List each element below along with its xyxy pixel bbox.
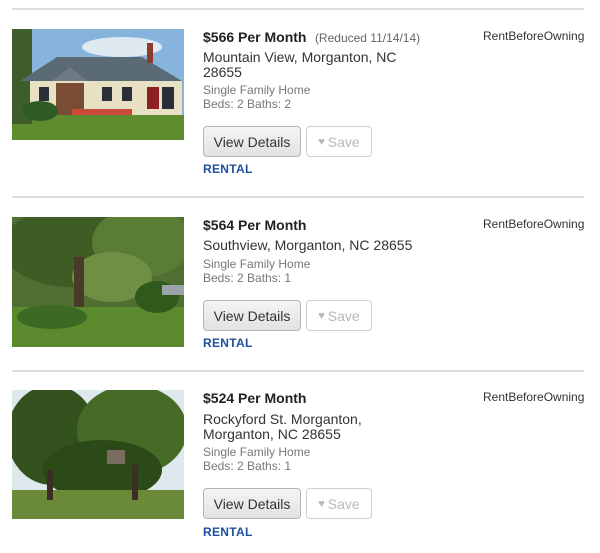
view-details-button[interactable]: View Details bbox=[203, 300, 301, 331]
listing-card: $564 Per Month Southview, Morganton, NC … bbox=[0, 217, 600, 357]
listing-card: $566 Per Month (Reduced 11/14/14) Mounta… bbox=[0, 29, 600, 189]
price: $524 Per Month bbox=[203, 390, 307, 406]
view-details-label: View Details bbox=[213, 133, 291, 150]
heart-icon: ♥ bbox=[318, 309, 325, 322]
divider bbox=[12, 370, 584, 372]
save-label: Save bbox=[327, 307, 360, 324]
property-photo[interactable] bbox=[12, 217, 184, 347]
heart-icon: ♥ bbox=[318, 135, 325, 148]
view-details-button[interactable]: View Details bbox=[203, 488, 301, 519]
property-type: Single Family Home bbox=[203, 83, 311, 97]
divider bbox=[12, 8, 584, 10]
yard-photo bbox=[12, 217, 184, 347]
address[interactable]: Southview, Morganton, NC 28655 bbox=[203, 238, 443, 253]
price: $564 Per Month bbox=[203, 217, 307, 233]
price-line: $566 Per Month (Reduced 11/14/14) bbox=[203, 29, 420, 47]
save-label: Save bbox=[327, 495, 360, 512]
view-details-label: View Details bbox=[213, 307, 291, 324]
price: $566 Per Month bbox=[203, 29, 307, 45]
heart-icon: ♥ bbox=[318, 497, 325, 510]
property-photo[interactable] bbox=[12, 390, 184, 519]
save-button[interactable]: ♥ Save bbox=[306, 488, 372, 519]
beds-baths: Beds: 2 Baths: 1 bbox=[203, 271, 292, 285]
beds-baths: Beds: 2 Baths: 1 bbox=[203, 459, 292, 473]
price-line: $524 Per Month bbox=[203, 390, 306, 408]
property-photo[interactable] bbox=[12, 29, 184, 140]
save-button[interactable]: ♥ Save bbox=[306, 126, 372, 157]
save-label: Save bbox=[327, 133, 360, 150]
listing-source: RentBeforeOwning bbox=[483, 29, 585, 43]
view-details-button[interactable]: View Details bbox=[203, 126, 301, 157]
rental-tag[interactable]: RENTAL bbox=[203, 162, 253, 176]
listing-card: $524 Per Month Rockyford St. Morganton, … bbox=[0, 390, 600, 550]
reduced-note: (Reduced 11/14/14) bbox=[314, 31, 421, 45]
save-button[interactable]: ♥ Save bbox=[306, 300, 372, 331]
rental-tag[interactable]: RENTAL bbox=[203, 336, 253, 350]
address[interactable]: Rockyford St. Morganton, Morganton, NC 2… bbox=[203, 412, 373, 442]
price-line: $564 Per Month bbox=[203, 217, 306, 235]
house-photo bbox=[12, 29, 184, 140]
rental-tag[interactable]: RENTAL bbox=[203, 525, 253, 539]
divider bbox=[12, 196, 584, 198]
property-type: Single Family Home bbox=[203, 445, 311, 459]
property-type: Single Family Home bbox=[203, 257, 311, 271]
beds-baths: Beds: 2 Baths: 2 bbox=[203, 97, 292, 111]
trees-photo bbox=[12, 390, 184, 519]
address[interactable]: Mountain View, Morganton, NC 28655 bbox=[203, 50, 418, 80]
listing-source: RentBeforeOwning bbox=[483, 390, 585, 404]
listing-source: RentBeforeOwning bbox=[483, 217, 585, 231]
view-details-label: View Details bbox=[213, 495, 291, 512]
